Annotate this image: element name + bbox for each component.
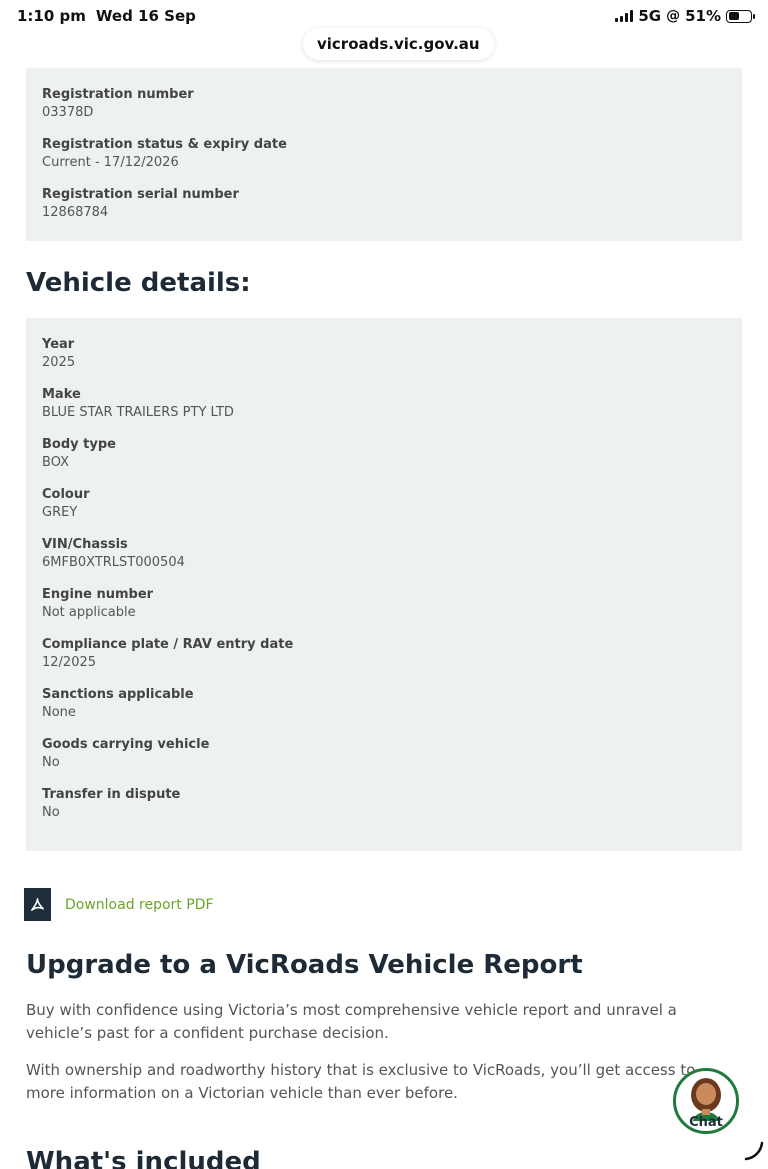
field-label: Engine number	[42, 587, 154, 602]
chat-avatar-icon	[691, 1078, 721, 1121]
field-label: Goods carrying vehicle	[42, 737, 210, 752]
download-report-link[interactable]: Download report PDF	[24, 888, 214, 921]
field-label: Transfer in dispute	[42, 787, 181, 802]
field-7: Sanctions applicable None	[42, 686, 726, 723]
vehicle-details-heading: Vehicle details:	[26, 268, 251, 298]
battery-icon	[726, 9, 755, 23]
chat-label: Chat	[689, 1115, 723, 1130]
status-right: 5G @ 51%	[615, 7, 755, 25]
field-value: None	[42, 705, 76, 720]
upgrade-heading: Upgrade to a VicRoads Vehicle Report	[26, 950, 583, 980]
whats-included-heading: What's included	[26, 1147, 261, 1169]
field-value: 2025	[42, 355, 76, 370]
field-value: 12/2025	[42, 655, 97, 670]
field-0: Registration number 03378D	[42, 86, 726, 123]
field-3: Colour GREY	[42, 486, 726, 523]
field-5: Engine number Not applicable	[42, 586, 726, 623]
field-1: Make BLUE STAR TRAILERS PTY LTD	[42, 386, 726, 423]
field-label: Registration status & expiry date	[42, 137, 287, 152]
field-value: 6MFB0XTRLST000504	[42, 555, 185, 570]
download-report-label: Download report PDF	[65, 896, 214, 913]
field-label: Sanctions applicable	[42, 687, 194, 702]
field-label: Year	[42, 337, 75, 352]
url-text: vicroads.vic.gov.au	[317, 35, 480, 53]
field-value: Current - 17/12/2026	[42, 155, 179, 170]
field-value: GREY	[42, 505, 78, 520]
network-label: 5G	[638, 7, 662, 25]
field-value: 03378D	[42, 105, 94, 120]
field-6: Compliance plate / RAV entry date 12/2025	[42, 636, 726, 673]
field-label: Registration serial number	[42, 187, 239, 202]
field-2: Registration serial number 12868784	[42, 186, 726, 223]
field-value: BOX	[42, 455, 69, 470]
status-time: 1:10 pm	[17, 7, 86, 25]
upgrade-paragraph-2: With ownership and roadworthy history th…	[26, 1061, 696, 1102]
battery-fill	[728, 12, 740, 20]
field-9: Transfer in dispute No	[42, 786, 726, 823]
location-icon: @	[666, 8, 681, 24]
field-label: VIN/Chassis	[42, 537, 128, 552]
status-date: Wed 16 Sep	[95, 7, 196, 25]
field-8: Goods carrying vehicle No	[42, 736, 726, 773]
field-4: VIN/Chassis 6MFB0XTRLST000504	[42, 536, 726, 573]
field-1: Registration status & expiry date Current…	[42, 136, 726, 173]
field-label: Colour	[42, 487, 90, 502]
status-left: 1:10 pm Wed 16 Sep	[17, 7, 196, 25]
signal-icon	[615, 10, 634, 22]
field-label: Registration number	[42, 87, 194, 102]
field-value: No	[42, 755, 60, 770]
field-label: Make	[42, 387, 81, 402]
field-value: No	[42, 805, 60, 820]
registration-panel: Registration number 03378D Registration st…	[26, 68, 742, 241]
field-2: Body type BOX	[42, 436, 726, 473]
url-bar[interactable]: vicroads.vic.gov.au	[303, 28, 494, 60]
chat-button[interactable]: Chat	[673, 1068, 739, 1134]
field-value: Not applicable	[42, 605, 136, 620]
vehicle-details-panel: Year 2025 Make BLUE STAR TRAILERS PTY LTD Bo…	[26, 318, 742, 851]
field-label: Body type	[42, 437, 116, 452]
pdf-icon	[24, 888, 51, 921]
field-label: Compliance plate / RAV entry date	[42, 637, 294, 652]
loading-spinner-icon	[744, 1141, 764, 1161]
field-value: 12868784	[42, 205, 109, 220]
upgrade-paragraph-1: Buy with confidence using Victoria’s mos…	[26, 1001, 677, 1042]
battery-percent: 51%	[685, 7, 721, 25]
field-0: Year 2025	[42, 336, 726, 373]
field-value: BLUE STAR TRAILERS PTY LTD	[42, 405, 234, 420]
